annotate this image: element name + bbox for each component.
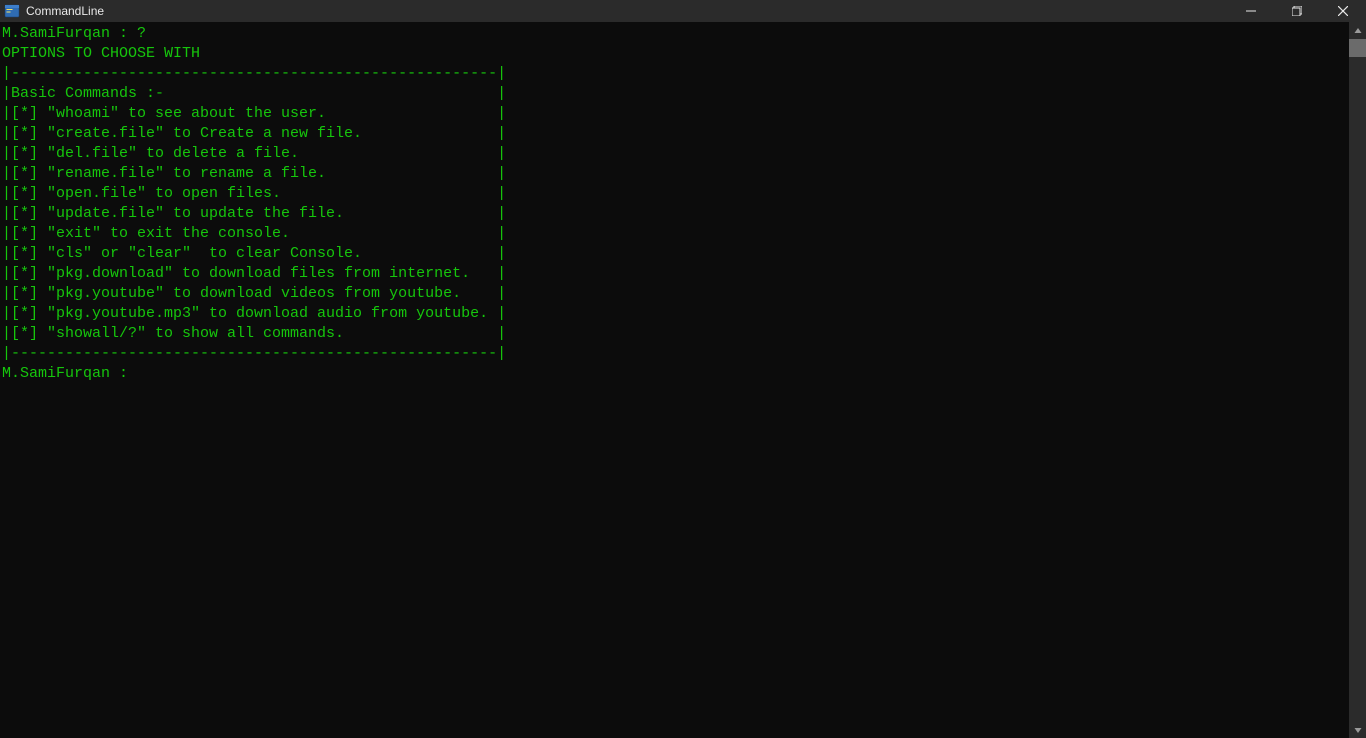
titlebar[interactable]: CommandLine: [0, 0, 1366, 22]
command-line: |[*] "pkg.download" to download files fr…: [2, 265, 506, 282]
command-line: |[*] "pkg.youtube.mp3" to download audio…: [2, 305, 506, 322]
cursor: [137, 366, 145, 382]
minimize-button[interactable]: [1228, 0, 1274, 22]
scroll-down-arrow-icon[interactable]: [1349, 721, 1366, 738]
vertical-scrollbar[interactable]: [1349, 22, 1366, 738]
client-area: M.SamiFurqan : ? OPTIONS TO CHOOSE WITH …: [0, 22, 1366, 738]
section-title: |Basic Commands :- |: [2, 85, 506, 102]
scroll-thumb[interactable]: [1349, 39, 1366, 57]
prompt-line-2: M.SamiFurqan :: [2, 365, 137, 382]
border-top: |---------------------------------------…: [2, 65, 506, 82]
command-line: |[*] "create.file" to Create a new file.…: [2, 125, 506, 142]
scroll-track[interactable]: [1349, 39, 1366, 721]
close-button[interactable]: [1320, 0, 1366, 22]
command-line: |[*] "whoami" to see about the user. |: [2, 105, 506, 122]
command-line: |[*] "cls" or "clear" to clear Console. …: [2, 245, 506, 262]
entered-command: ?: [137, 25, 146, 42]
prompt-line-1: M.SamiFurqan : ?: [2, 25, 146, 42]
command-line: |[*] "exit" to exit the console. |: [2, 225, 506, 242]
prompt-user: M.SamiFurqan: [2, 25, 110, 42]
maximize-button[interactable]: [1274, 0, 1320, 22]
window-title: CommandLine: [26, 4, 104, 18]
window-controls: [1228, 0, 1366, 22]
prompt-sep: :: [110, 25, 137, 42]
options-header: OPTIONS TO CHOOSE WITH: [2, 45, 200, 62]
scroll-up-arrow-icon[interactable]: [1349, 22, 1366, 39]
command-line: |[*] "showall/?" to show all commands. |: [2, 325, 506, 342]
command-line: |[*] "open.file" to open files. |: [2, 185, 506, 202]
border-bottom: |---------------------------------------…: [2, 345, 506, 362]
terminal-output[interactable]: M.SamiFurqan : ? OPTIONS TO CHOOSE WITH …: [0, 22, 1349, 738]
command-line: |[*] "del.file" to delete a file. |: [2, 145, 506, 162]
app-icon: [4, 3, 20, 19]
command-line: |[*] "rename.file" to rename a file. |: [2, 165, 506, 182]
command-line: |[*] "pkg.youtube" to download videos fr…: [2, 285, 506, 302]
command-line: |[*] "update.file" to update the file. |: [2, 205, 506, 222]
